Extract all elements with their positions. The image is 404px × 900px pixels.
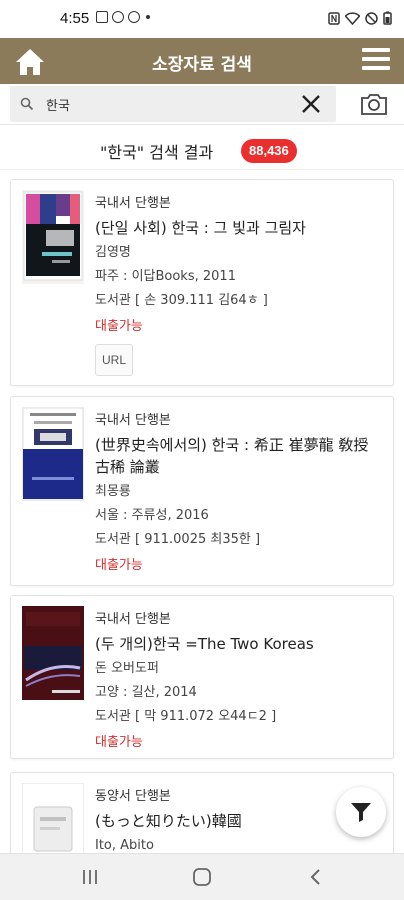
search-row: 한국: [0, 84, 404, 124]
book-type: 국내서 단행본: [95, 612, 171, 627]
system-icons: [328, 11, 392, 25]
search-query: 한국: [46, 99, 70, 114]
book-info: 국내서 단행본 (단일 사회) 한국 : 그 빛과 그림자 김영명 파주 : 이…: [95, 192, 381, 376]
book-type: 국내서 단행본: [95, 413, 171, 428]
book-author: Ito, Abito: [95, 838, 154, 853]
book-cover-image: [22, 606, 84, 700]
wifi-icon: [345, 11, 360, 25]
book-author: 최몽룡: [95, 484, 131, 499]
book-info: 국내서 단행본 (두 개의)한국 =The Two Koreas 돈 오버도퍼 …: [95, 608, 381, 750]
book-publisher: 서울 : 주류성, 2016: [95, 508, 209, 523]
app-bar: 소장자료 검색: [0, 38, 404, 84]
back-icon[interactable]: [306, 868, 326, 886]
search-icon: [20, 97, 34, 111]
book-callno: 도서관 [ 막 911.072 오44ㄷ2 ]: [95, 709, 277, 724]
result-card[interactable]: 국내서 단행본 (단일 사회) 한국 : 그 빛과 그림자 김영명 파주 : 이…: [10, 179, 394, 386]
camera-icon[interactable]: [360, 92, 388, 116]
result-count-bar: "한국" 검색 결과 88,436: [0, 124, 404, 170]
book-publisher: 고양 : 길산, 2014: [95, 685, 197, 700]
result-label: "한국" 검색 결과: [100, 143, 214, 162]
status-bar: 4:55: [0, 0, 404, 38]
book-author: 돈 오버도퍼: [95, 661, 159, 676]
book-title[interactable]: (두 개의)한국 =The Two Koreas: [95, 633, 381, 655]
filter-button[interactable]: [336, 787, 386, 837]
book-type: 국내서 단행본: [95, 196, 171, 211]
battery-icon: [383, 11, 392, 25]
loan-status: 대출가능: [95, 319, 143, 334]
book-info: 국내서 단행본 (世界史속에서의) 한국 : 希正 崔夢龍 敎授 古稀 論叢 최…: [95, 409, 381, 573]
gallery-notification-icon: [96, 11, 108, 23]
dnd-icon: [365, 11, 378, 25]
loan-status: 대출가능: [95, 558, 143, 573]
url-button[interactable]: URL: [95, 344, 134, 376]
home-nav-icon[interactable]: [192, 868, 212, 886]
book-placeholder-icon: [22, 783, 84, 853]
clear-icon[interactable]: [300, 93, 322, 115]
book-author: 김영명: [95, 245, 131, 260]
book-title[interactable]: (단일 사회) 한국 : 그 빛과 그림자: [95, 217, 381, 239]
recents-icon[interactable]: [80, 868, 100, 886]
page-title: 소장자료 검색: [152, 55, 252, 75]
result-card[interactable]: 국내서 단행본 (두 개의)한국 =The Two Koreas 돈 오버도퍼 …: [10, 595, 394, 759]
loan-status: 대출가능: [95, 735, 143, 750]
more-notifications-icon: [146, 15, 150, 19]
nfc-icon: [328, 11, 340, 25]
book-publisher: 파주 : 이답Books, 2011: [95, 269, 236, 284]
at-notification-icon: [128, 11, 140, 23]
menu-icon[interactable]: [362, 48, 390, 74]
result-count-badge: 88,436: [241, 139, 297, 163]
search-input[interactable]: 한국: [10, 86, 336, 122]
book-title[interactable]: (世界史속에서의) 한국 : 希正 崔夢龍 敎授 古稀 論叢: [95, 434, 381, 478]
result-list: 국내서 단행본 (단일 사회) 한국 : 그 빛과 그림자 김영명 파주 : 이…: [0, 170, 404, 853]
book-callno: 도서관 [ 911.0025 최35한 ]: [95, 532, 261, 547]
status-time: 4:55: [60, 10, 90, 27]
app-notification-icon: [112, 11, 124, 23]
book-callno: 도서관 [ 손 309.111 김64ㅎ ]: [95, 293, 268, 308]
result-card[interactable]: 국내서 단행본 (世界史속에서의) 한국 : 希正 崔夢龍 敎授 古稀 論叢 최…: [10, 396, 394, 586]
book-cover-image: [22, 407, 84, 501]
filter-icon: [351, 803, 371, 822]
book-cover-image: [22, 190, 84, 284]
system-nav-bar: [0, 853, 404, 900]
notification-icons: [96, 11, 150, 23]
